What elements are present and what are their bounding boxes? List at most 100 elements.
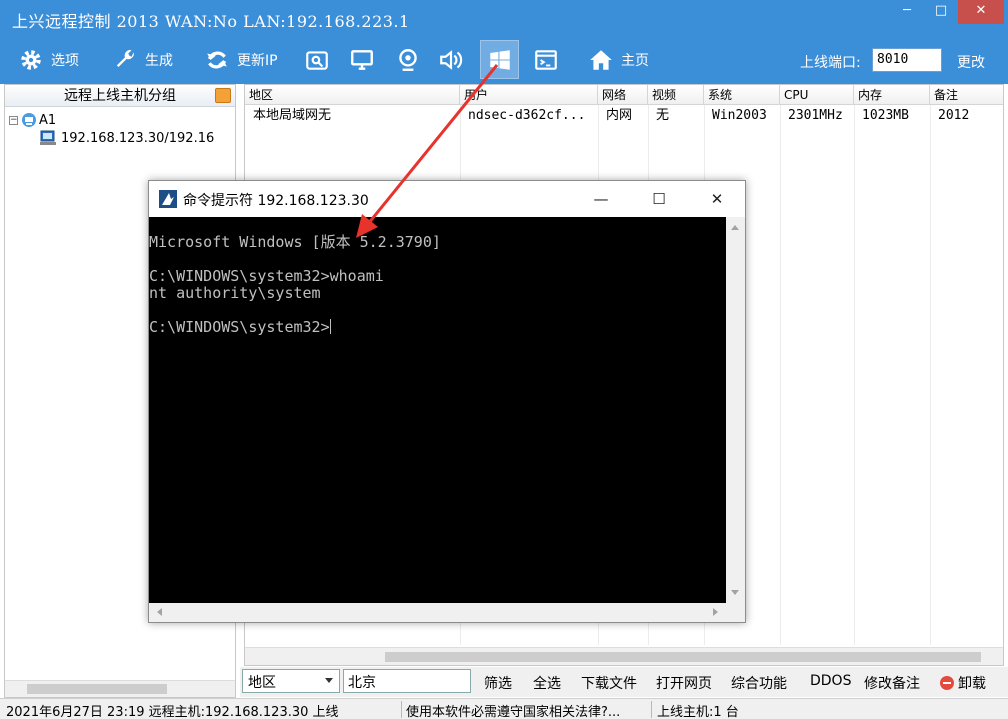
status-bar: 2021年6月27日 23:19 远程主机:192.168.123.30 上线 … — [0, 698, 1008, 719]
title-bar: 上兴远程控制 2013 WAN:No LAN:192.168.223.1 ─ □… — [0, 0, 1008, 36]
column-region[interactable]: 地区 — [245, 85, 460, 105]
audio-button[interactable] — [438, 44, 471, 76]
scroll-down-arrow-icon[interactable] — [731, 590, 739, 595]
home-button[interactable]: 主页 — [588, 44, 649, 76]
column-video[interactable]: 视频 — [648, 85, 704, 105]
list-horizontal-scrollbar[interactable] — [245, 647, 1003, 665]
combined-functions-button[interactable]: 综合功能 — [731, 673, 787, 693]
console-output[interactable]: Microsoft Windows [版本 5.2.3790] C:\WINDOW… — [149, 217, 726, 603]
speaker-icon — [440, 50, 463, 70]
console-line: C:\WINDOWS\system32>whoami — [149, 267, 384, 285]
list-header: 地区 用户 网络 视频 系统 CPU 内存 备注 — [245, 85, 1003, 105]
wrench-icon — [116, 50, 134, 68]
terminal-icon — [535, 50, 557, 70]
webcam-icon — [399, 49, 417, 71]
host-group-title: 远程上线主机分组 — [64, 88, 176, 104]
cell-memory: 1023MB — [862, 108, 909, 123]
cell-cpu: 2301MHz — [788, 108, 843, 123]
host-group-header: 远程上线主机分组 — [5, 85, 235, 107]
change-port-button[interactable]: 更改 — [957, 52, 985, 72]
cell-note: 2012 — [938, 108, 970, 123]
console-prompt: C:\WINDOWS\system32> — [149, 318, 330, 336]
status-legal-notice: 使用本软件必需遵守国家相关法律?... — [406, 705, 621, 719]
webcam-button[interactable] — [395, 44, 428, 76]
column-cpu[interactable]: CPU — [780, 85, 854, 105]
folder-search-icon — [306, 51, 328, 70]
console-line: nt authority\system — [149, 284, 321, 302]
uninstall-label: 卸载 — [958, 676, 986, 692]
open-webpage-button[interactable]: 打开网页 — [656, 673, 712, 693]
cmd-shell-button[interactable] — [480, 40, 519, 79]
column-note[interactable]: 备注 — [930, 85, 1003, 105]
uninstall-button[interactable]: 卸载 — [940, 673, 986, 693]
expander-icon[interactable]: − — [9, 115, 18, 125]
cell-network: 内网 — [606, 108, 633, 123]
column-memory[interactable]: 内存 — [854, 85, 930, 105]
group-manage-icon[interactable] — [215, 88, 231, 103]
cell-region: 本地局域网无 — [253, 108, 332, 123]
filter-button[interactable]: 筛选 — [484, 673, 512, 693]
update-ip-label: 更新IP — [237, 53, 278, 69]
app-icon — [159, 190, 177, 208]
cmd-close-button[interactable]: ✕ — [707, 189, 727, 209]
left-horizontal-scrollbar[interactable] — [5, 680, 235, 697]
cmd-minimize-button[interactable]: — — [591, 189, 611, 209]
ddos-button[interactable]: DDOS — [810, 673, 851, 689]
filter-field-select[interactable]: 地区 — [242, 669, 340, 693]
scroll-up-arrow-icon[interactable] — [731, 225, 739, 230]
filter-field-value: 地区 — [248, 675, 276, 691]
status-host-count: 上线主机:1 台 — [657, 705, 739, 719]
cmd-horizontal-scrollbar[interactable] — [149, 603, 726, 622]
port-label: 上线端口: — [800, 55, 861, 71]
cmd-title-bar[interactable]: 命令提示符 192.168.123.30 — ☐ ✕ — [149, 181, 745, 217]
console-prompt-line[interactable]: C:\WINDOWS\system32> — [149, 319, 726, 336]
maximize-button[interactable]: □ — [924, 0, 958, 24]
edit-note-button[interactable]: 修改备注 — [864, 673, 920, 693]
status-online-event: 2021年6月27日 23:19 远程主机:192.168.123.30 上线 — [6, 705, 339, 719]
refresh-icon — [207, 51, 227, 69]
home-label: 主页 — [621, 53, 649, 69]
download-file-button[interactable]: 下载文件 — [581, 673, 637, 693]
cmd-vertical-scrollbar[interactable] — [726, 217, 745, 603]
computer-icon — [40, 130, 56, 145]
tree-group-a1[interactable]: − A1 — [9, 111, 56, 129]
column-os[interactable]: 系统 — [704, 85, 780, 105]
filter-value-input[interactable]: 北京 — [343, 669, 471, 693]
cell-user: ndsec-d362cf... — [468, 108, 586, 123]
scroll-right-arrow-icon[interactable] — [713, 608, 718, 616]
screen-button[interactable] — [349, 44, 382, 76]
file-manager-button[interactable] — [304, 44, 337, 76]
scroll-thumb[interactable] — [385, 652, 981, 662]
generate-label: 生成 — [145, 53, 173, 69]
network-group-icon — [22, 113, 36, 127]
column-user[interactable]: 用户 — [460, 85, 598, 105]
options-button[interactable]: 选项 — [18, 44, 79, 76]
uninstall-icon — [940, 676, 954, 690]
group-name: A1 — [39, 112, 57, 128]
text-cursor — [329, 319, 331, 334]
column-network[interactable]: 网络 — [598, 85, 648, 105]
chevron-down-icon[interactable] — [325, 678, 333, 683]
cell-os: Win2003 — [712, 108, 767, 123]
select-all-button[interactable]: 全选 — [533, 673, 561, 693]
tree-host-item[interactable]: 192.168.123.30/192.16 — [39, 129, 214, 147]
update-ip-button[interactable]: 更新IP — [204, 44, 278, 76]
close-button[interactable]: ✕ — [958, 0, 1004, 24]
host-address: 192.168.123.30/192.16 — [61, 130, 215, 146]
generate-button[interactable]: 生成 — [112, 44, 173, 76]
scrollbar-corner — [726, 603, 745, 622]
options-label: 选项 — [51, 53, 79, 69]
cmd-maximize-button[interactable]: ☐ — [649, 189, 669, 209]
scroll-left-arrow-icon[interactable] — [157, 608, 162, 616]
cell-video: 无 — [656, 108, 670, 123]
console-line: Microsoft Windows [版本 5.2.3790] — [149, 233, 441, 251]
bottom-action-bar: 地区 北京 筛选 全选 下载文件 打开网页 综合功能 DDOS 修改备注 卸载 — [240, 667, 1008, 697]
scroll-thumb[interactable] — [27, 684, 167, 694]
port-input[interactable]: 8010 — [872, 48, 942, 72]
terminal-button[interactable] — [533, 44, 566, 76]
windows-logo-icon — [489, 49, 510, 70]
home-icon — [590, 50, 612, 70]
minimize-button[interactable]: ─ — [890, 0, 924, 24]
gear-icon — [21, 50, 41, 70]
